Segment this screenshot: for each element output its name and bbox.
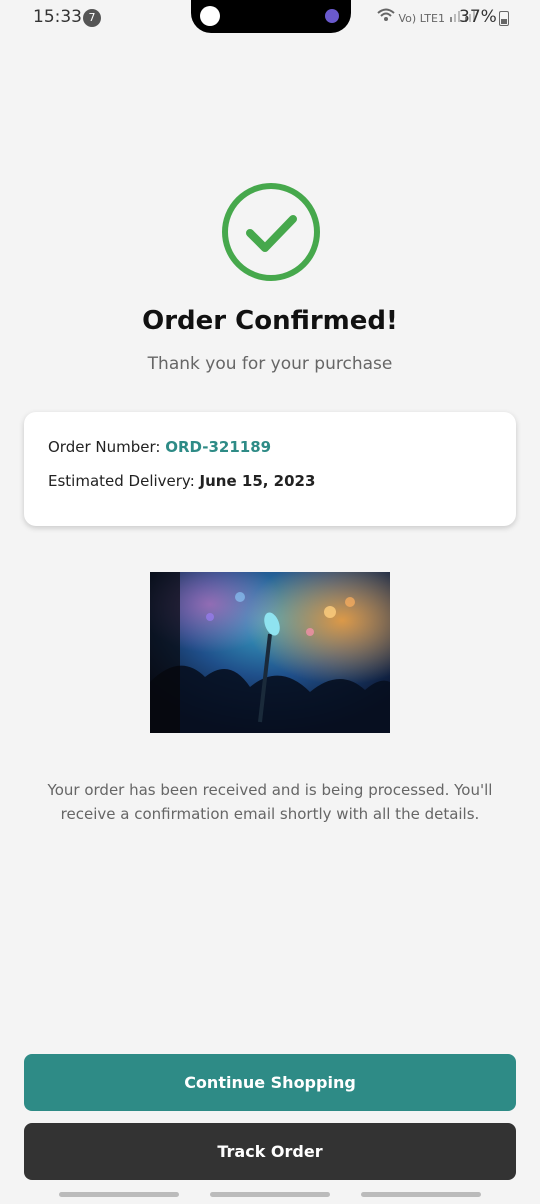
- battery-icon: [499, 11, 509, 26]
- status-time: 15:33: [33, 7, 82, 27]
- page-subtitle: Thank you for your purchase: [147, 354, 393, 374]
- delivery-label: Estimated Delivery:: [48, 472, 200, 490]
- order-number-row: Order Number: ORD-321189: [48, 438, 271, 456]
- check-circle-icon: [222, 183, 320, 281]
- page-title: Order Confirmed!: [142, 306, 398, 336]
- status-bar: 15:33 7 Vo) LTE1 37%: [0, 0, 540, 36]
- order-number-value: ORD-321189: [165, 438, 272, 456]
- wifi-icon: [377, 8, 399, 25]
- nav-bar-left[interactable]: [59, 1192, 179, 1197]
- track-order-button[interactable]: Track Order: [24, 1123, 516, 1180]
- camera-dot-right: [325, 9, 339, 23]
- battery-percent: 37%: [459, 7, 497, 27]
- network-label: Vo) LTE1: [398, 12, 445, 25]
- nav-bar-right[interactable]: [361, 1192, 481, 1197]
- camera-dot-left: [200, 6, 220, 26]
- delivery-row: Estimated Delivery: June 15, 2023: [48, 472, 315, 490]
- notification-badge: 7: [83, 9, 101, 27]
- camera-cutout: [191, 0, 351, 33]
- checkmark-icon: [246, 215, 297, 252]
- order-details-card: Order Number: ORD-321189 Estimated Deliv…: [24, 412, 516, 526]
- concert-image: [150, 572, 390, 733]
- delivery-value: June 15, 2023: [199, 472, 316, 490]
- continue-shopping-button[interactable]: Continue Shopping: [24, 1054, 516, 1111]
- nav-bar-center[interactable]: [210, 1192, 330, 1197]
- order-number-label: Order Number:: [48, 438, 166, 456]
- confirmation-message: Your order has been received and is bein…: [47, 781, 493, 823]
